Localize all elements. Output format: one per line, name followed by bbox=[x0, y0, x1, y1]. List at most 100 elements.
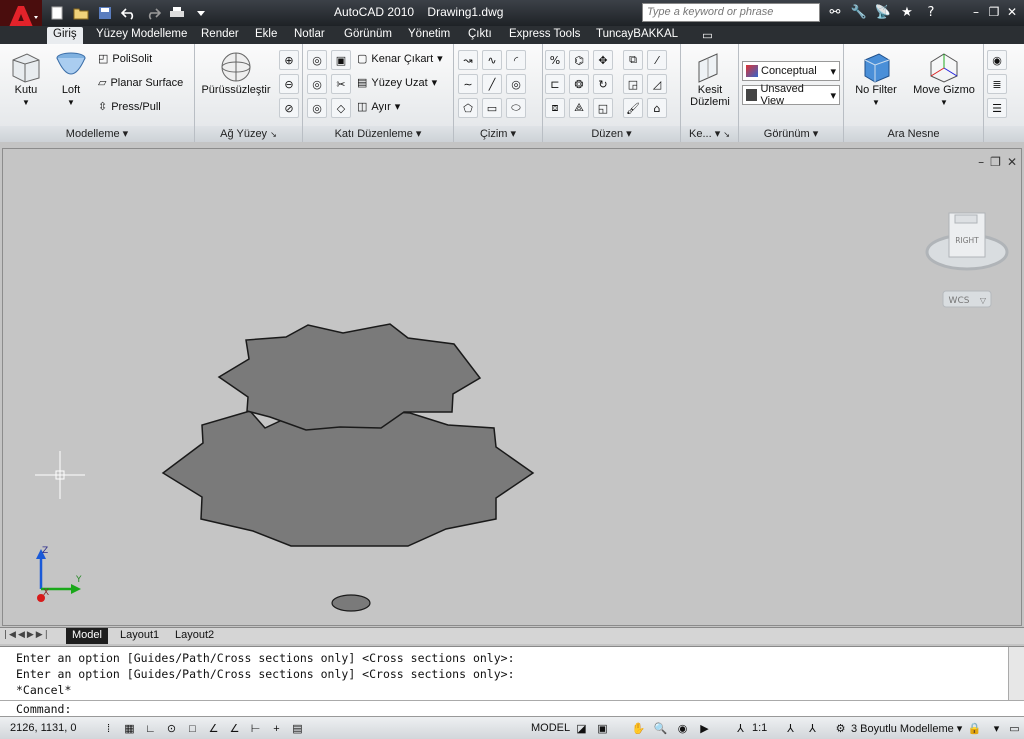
open-icon[interactable] bbox=[70, 4, 92, 22]
tab-gorunum[interactable]: Görünüm bbox=[338, 27, 398, 44]
move-gizmo-button[interactable]: Move Gizmo ▼ bbox=[908, 50, 980, 108]
favorites-icon[interactable]: ★ bbox=[896, 3, 918, 22]
ayir-button[interactable]: ◫ Ayır ▾ bbox=[357, 100, 400, 114]
dyn-icon[interactable]: + bbox=[268, 720, 285, 737]
undo-icon[interactable] bbox=[118, 4, 140, 22]
lock-icon[interactable]: 🔒 bbox=[966, 720, 983, 737]
kutu-button[interactable]: Kutu ▼ bbox=[6, 50, 46, 108]
puruzsuzlestir-button[interactable]: Pürüssüzleştir bbox=[201, 50, 271, 96]
model-layout-icon[interactable]: ◪ bbox=[573, 720, 590, 737]
wcs-label[interactable]: WCS bbox=[949, 296, 970, 306]
tab-layout1[interactable]: Layout1 bbox=[114, 628, 165, 644]
polar-icon[interactable]: ⊙ bbox=[163, 720, 180, 737]
qat-dropdown-icon[interactable] bbox=[190, 4, 212, 22]
tab-model[interactable]: Model bbox=[66, 628, 108, 644]
showmotion-icon[interactable]: ▶ bbox=[696, 720, 713, 737]
tab-nav-arrows-icon[interactable]: |◀◀▶▶| bbox=[4, 630, 50, 640]
kenar-cikart-button[interactable]: ▢ Kenar Çıkart ▾ bbox=[357, 52, 443, 66]
annotation-visibility-icon[interactable]: ⅄ bbox=[782, 720, 799, 737]
viewcube-face-label[interactable]: RIGHT bbox=[955, 236, 979, 245]
move-icon[interactable]: ✥ bbox=[593, 50, 613, 70]
explode-icon[interactable]: ⌂ bbox=[647, 98, 667, 118]
ellipse-icon[interactable]: ⬭ bbox=[506, 98, 526, 118]
binoculars-icon[interactable]: ⚯ bbox=[824, 3, 846, 22]
yuzey-uzat-button[interactable]: ▤ Yüzey Uzat ▾ bbox=[357, 76, 437, 90]
tab-notlar[interactable]: Notlar bbox=[288, 27, 331, 44]
ortho-icon[interactable]: ∟ bbox=[142, 720, 159, 737]
panel-title-gorunum[interactable]: Görünüm ▾ bbox=[739, 126, 843, 142]
line-icon[interactable]: ╱ bbox=[482, 74, 502, 94]
arc-icon[interactable]: ◜ bbox=[506, 50, 526, 70]
3d-scale-icon[interactable]: ⟁ bbox=[569, 98, 589, 118]
steeringwheel-icon[interactable]: ◉ bbox=[674, 720, 691, 737]
mesh-refine-icon[interactable]: ⊕ bbox=[279, 50, 299, 70]
3d-array-icon[interactable]: ⧈ bbox=[545, 98, 565, 118]
offset-icon[interactable]: % bbox=[545, 50, 565, 70]
ducs-icon[interactable]: ⊢ bbox=[247, 720, 264, 737]
restore-icon[interactable]: ❐ bbox=[986, 3, 1002, 21]
coordinate-readout[interactable]: 2126, 1131, 0 bbox=[10, 722, 76, 734]
mesh-crease-icon[interactable]: ⊘ bbox=[279, 98, 299, 118]
upper-star-polygon[interactable] bbox=[217, 323, 482, 431]
snap-icon[interactable]: ⁞ bbox=[100, 720, 117, 737]
otrack-icon[interactable]: ∠ bbox=[226, 720, 243, 737]
thicken-icon[interactable]: ◇ bbox=[331, 98, 351, 118]
panel-title-cizim[interactable]: Çizim ▾ bbox=[454, 126, 542, 142]
subscription-icon[interactable]: 🔧 bbox=[848, 3, 870, 22]
panel-title-modelleme[interactable]: Modelleme ▾ bbox=[0, 126, 194, 142]
layout-view-icon[interactable]: ▣ bbox=[594, 720, 611, 737]
3d-rotate-icon[interactable]: ❂ bbox=[569, 74, 589, 94]
new-icon[interactable] bbox=[46, 4, 68, 22]
tab-layout2[interactable]: Layout2 bbox=[169, 628, 220, 644]
tab-yuzey-modelleme[interactable]: Yüzey Modelleme bbox=[90, 27, 193, 44]
wcs-dropdown-icon[interactable]: ▽ bbox=[980, 296, 987, 305]
annotation-scale-value[interactable]: 1:1 bbox=[752, 722, 767, 734]
pan-icon[interactable]: ✋ bbox=[630, 720, 647, 737]
lineweight-icon[interactable]: ≣ bbox=[987, 74, 1007, 94]
tab-giris[interactable]: Giriş bbox=[47, 27, 83, 44]
command-scrollbar[interactable] bbox=[1008, 647, 1024, 701]
loft-button[interactable]: Loft ▼ bbox=[52, 50, 90, 108]
scale-icon[interactable]: ◲ bbox=[623, 74, 643, 94]
communication-icon[interactable]: 📡 bbox=[872, 3, 894, 22]
annotation-scale-icon[interactable]: ⅄ bbox=[732, 720, 749, 737]
tab-cikti[interactable]: Çıktı bbox=[462, 27, 498, 44]
tab-express-tools[interactable]: Express Tools bbox=[503, 27, 586, 44]
status-menu-icon[interactable]: ▾ bbox=[988, 720, 1005, 737]
fillet-icon[interactable]: ◿ bbox=[647, 74, 667, 94]
polygon-icon[interactable]: ⬠ bbox=[458, 98, 478, 118]
mesh-reduce-icon[interactable]: ⊖ bbox=[279, 74, 299, 94]
intersect-icon[interactable]: ◎ bbox=[307, 98, 327, 118]
matchprop-icon[interactable]: 🖌 bbox=[623, 98, 643, 118]
stretch-icon[interactable]: ◱ bbox=[593, 98, 613, 118]
no-filter-button[interactable]: No Filter ▼ bbox=[848, 50, 904, 108]
circle-icon[interactable]: ◎ bbox=[506, 74, 526, 94]
panel-title-ag-yuzey[interactable]: Ağ Yüzey ↘ bbox=[195, 126, 302, 142]
trim-icon[interactable]: ⁄ bbox=[647, 50, 667, 70]
color-wheel-icon[interactable]: ◉ bbox=[987, 50, 1007, 70]
tab-ekle[interactable]: Ekle bbox=[249, 27, 283, 44]
linetype-icon[interactable]: ☰ bbox=[987, 98, 1007, 118]
union-icon[interactable]: ◎ bbox=[307, 50, 327, 70]
slice-icon[interactable]: ✂ bbox=[331, 74, 351, 94]
minimize-icon[interactable]: – bbox=[968, 3, 984, 21]
lower-star-polygon[interactable] bbox=[161, 410, 535, 547]
rotate-icon[interactable]: ↻ bbox=[593, 74, 613, 94]
lineweight-toggle-icon[interactable]: ▤ bbox=[289, 720, 306, 737]
planar-surface-button[interactable]: ▱ Planar Surface bbox=[98, 76, 183, 90]
search-input[interactable]: Type a keyword or phrase bbox=[642, 3, 820, 22]
clean-screen-icon[interactable]: ▭ bbox=[1006, 720, 1023, 737]
save-icon[interactable] bbox=[94, 4, 116, 22]
drawing-viewport[interactable]: – ❐ ✕ Z Y X RIGHT WCS ▽ bbox=[2, 148, 1022, 626]
visual-style-select[interactable]: Conceptual ▾ bbox=[742, 61, 840, 81]
panel-title-kati-duzenleme[interactable]: Katı Düzenleme ▾ bbox=[303, 126, 453, 142]
named-view-select[interactable]: Unsaved View ▾ bbox=[742, 83, 840, 107]
panel-title-duzen[interactable]: Düzen ▾ bbox=[543, 126, 680, 142]
small-ellipse[interactable] bbox=[331, 594, 371, 612]
press-pull-button[interactable]: ⇳ Press/Pull bbox=[98, 100, 161, 114]
plot-icon[interactable] bbox=[166, 4, 188, 22]
align-icon[interactable]: ⊏ bbox=[545, 74, 565, 94]
tab-render[interactable]: Render bbox=[195, 27, 245, 44]
help-icon[interactable]: ? bbox=[920, 3, 942, 22]
tab-yonetim[interactable]: Yönetim bbox=[402, 27, 456, 44]
